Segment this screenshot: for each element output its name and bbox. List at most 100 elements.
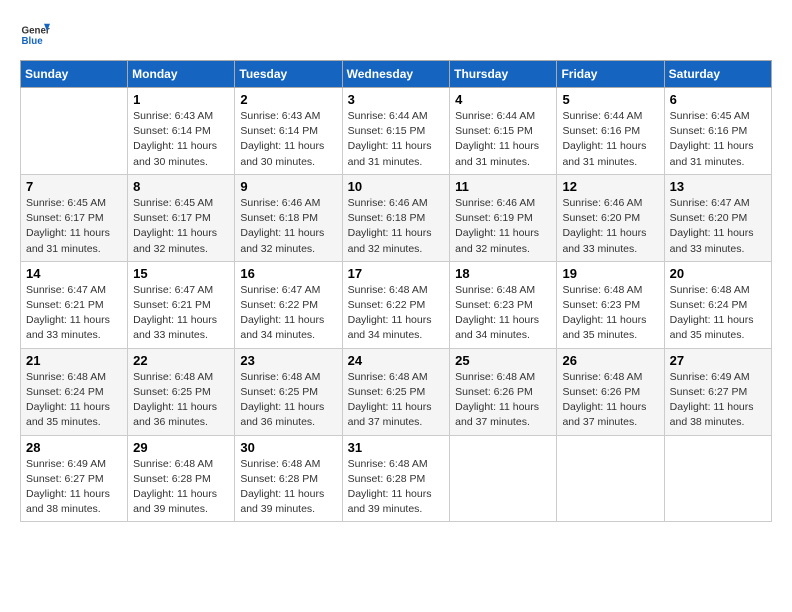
- day-cell: 7 Sunrise: 6:45 AMSunset: 6:17 PMDaylight…: [21, 174, 128, 261]
- day-cell: 27Sunrise: 6:49 AMSunset: 6:27 PMDayligh…: [664, 348, 771, 435]
- day-cell: 12Sunrise: 6:46 AMSunset: 6:20 PMDayligh…: [557, 174, 664, 261]
- week-row-0: 1Sunrise: 6:43 AMSunset: 6:14 PMDaylight…: [21, 88, 772, 175]
- col-header-wednesday: Wednesday: [342, 61, 450, 88]
- day-number: 21: [26, 353, 122, 368]
- day-cell: 22 Sunrise: 6:48 AMSunset: 6:25 PMDayligh…: [128, 348, 235, 435]
- day-cell: 26 Sunrise: 6:48 AMSunset: 6:26 PMDayligh…: [557, 348, 664, 435]
- calendar-body: 1Sunrise: 6:43 AMSunset: 6:14 PMDaylight…: [21, 88, 772, 522]
- day-cell: 9Sunrise: 6:46 AMSunset: 6:18 PMDaylight…: [235, 174, 342, 261]
- day-info: Sunrise: 6:43 AMSunset: 6:14 PMDaylight:…: [133, 109, 229, 170]
- day-info: Sunrise: 6:48 AMSunset: 6:23 PMDaylight:…: [562, 283, 658, 344]
- day-info: Sunrise: 6:46 AMSunset: 6:20 PMDaylight:…: [562, 196, 658, 257]
- svg-text:Blue: Blue: [22, 36, 44, 47]
- day-number: 5: [562, 92, 658, 107]
- day-number: 15: [133, 266, 229, 281]
- logo: General Blue: [20, 20, 52, 50]
- day-number: 6: [670, 92, 766, 107]
- day-number: 18: [455, 266, 551, 281]
- day-number: 4: [455, 92, 551, 107]
- day-info: Sunrise: 6:47 AMSunset: 6:21 PMDaylight:…: [133, 283, 229, 344]
- day-number: 11: [455, 179, 551, 194]
- col-header-sunday: Sunday: [21, 61, 128, 88]
- day-info: Sunrise: 6:48 AMSunset: 6:28 PMDaylight:…: [348, 457, 445, 518]
- day-cell: 13 Sunrise: 6:47 AMSunset: 6:20 PMDayligh…: [664, 174, 771, 261]
- day-cell: 28Sunrise: 6:49 AMSunset: 6:27 PMDayligh…: [21, 435, 128, 522]
- day-info: Sunrise: 6:48 AMSunset: 6:23 PMDaylight:…: [455, 283, 551, 344]
- day-cell: 3 Sunrise: 6:44 AMSunset: 6:15 PMDaylight…: [342, 88, 450, 175]
- calendar-header-row: SundayMondayTuesdayWednesdayThursdayFrid…: [21, 61, 772, 88]
- day-info: Sunrise: 6:48 AMSunset: 6:28 PMDaylight:…: [240, 457, 336, 518]
- day-number: 23: [240, 353, 336, 368]
- day-number: 8: [133, 179, 229, 194]
- day-info: Sunrise: 6:47 AMSunset: 6:22 PMDaylight:…: [240, 283, 336, 344]
- day-info: Sunrise: 6:47 AMSunset: 6:21 PMDaylight:…: [26, 283, 122, 344]
- col-header-monday: Monday: [128, 61, 235, 88]
- col-header-tuesday: Tuesday: [235, 61, 342, 88]
- day-number: 24: [348, 353, 445, 368]
- day-cell: 25Sunrise: 6:48 AMSunset: 6:26 PMDayligh…: [450, 348, 557, 435]
- day-number: 28: [26, 440, 122, 455]
- day-info: Sunrise: 6:48 AMSunset: 6:22 PMDaylight:…: [348, 283, 445, 344]
- day-number: 22: [133, 353, 229, 368]
- day-cell: 8Sunrise: 6:45 AMSunset: 6:17 PMDaylight…: [128, 174, 235, 261]
- day-info: Sunrise: 6:47 AMSunset: 6:20 PMDaylight:…: [670, 196, 766, 257]
- day-cell: 18 Sunrise: 6:48 AMSunset: 6:23 PMDayligh…: [450, 261, 557, 348]
- day-number: 13: [670, 179, 766, 194]
- page-header: General Blue: [20, 20, 772, 50]
- day-info: Sunrise: 6:48 AMSunset: 6:28 PMDaylight:…: [133, 457, 229, 518]
- day-cell: 15 Sunrise: 6:47 AMSunset: 6:21 PMDayligh…: [128, 261, 235, 348]
- day-cell: 1Sunrise: 6:43 AMSunset: 6:14 PMDaylight…: [128, 88, 235, 175]
- day-cell: [664, 435, 771, 522]
- day-number: 7: [26, 179, 122, 194]
- day-number: 14: [26, 266, 122, 281]
- day-number: 30: [240, 440, 336, 455]
- day-cell: [557, 435, 664, 522]
- day-number: 16: [240, 266, 336, 281]
- day-cell: 17 Sunrise: 6:48 AMSunset: 6:22 PMDayligh…: [342, 261, 450, 348]
- day-cell: 6 Sunrise: 6:45 AMSunset: 6:16 PMDaylight…: [664, 88, 771, 175]
- day-info: Sunrise: 6:48 AMSunset: 6:25 PMDaylight:…: [240, 370, 336, 431]
- day-number: 26: [562, 353, 658, 368]
- day-cell: 20 Sunrise: 6:48 AMSunset: 6:24 PMDayligh…: [664, 261, 771, 348]
- day-info: Sunrise: 6:49 AMSunset: 6:27 PMDaylight:…: [670, 370, 766, 431]
- col-header-saturday: Saturday: [664, 61, 771, 88]
- day-info: Sunrise: 6:48 AMSunset: 6:24 PMDaylight:…: [670, 283, 766, 344]
- day-number: 17: [348, 266, 445, 281]
- day-cell: 16 Sunrise: 6:47 AMSunset: 6:22 PMDayligh…: [235, 261, 342, 348]
- day-cell: 5 Sunrise: 6:44 AMSunset: 6:16 PMDaylight…: [557, 88, 664, 175]
- day-info: Sunrise: 6:45 AMSunset: 6:17 PMDaylight:…: [26, 196, 122, 257]
- day-number: 29: [133, 440, 229, 455]
- day-number: 31: [348, 440, 445, 455]
- col-header-friday: Friday: [557, 61, 664, 88]
- day-info: Sunrise: 6:45 AMSunset: 6:16 PMDaylight:…: [670, 109, 766, 170]
- day-number: 20: [670, 266, 766, 281]
- day-cell: [450, 435, 557, 522]
- day-info: Sunrise: 6:48 AMSunset: 6:26 PMDaylight:…: [562, 370, 658, 431]
- day-cell: 4 Sunrise: 6:44 AMSunset: 6:15 PMDaylight…: [450, 88, 557, 175]
- day-info: Sunrise: 6:44 AMSunset: 6:15 PMDaylight:…: [348, 109, 445, 170]
- day-number: 9: [240, 179, 336, 194]
- day-cell: 29 Sunrise: 6:48 AMSunset: 6:28 PMDayligh…: [128, 435, 235, 522]
- day-info: Sunrise: 6:44 AMSunset: 6:15 PMDaylight:…: [455, 109, 551, 170]
- day-cell: 30 Sunrise: 6:48 AMSunset: 6:28 PMDayligh…: [235, 435, 342, 522]
- day-cell: 14 Sunrise: 6:47 AMSunset: 6:21 PMDayligh…: [21, 261, 128, 348]
- week-row-4: 28Sunrise: 6:49 AMSunset: 6:27 PMDayligh…: [21, 435, 772, 522]
- day-number: 3: [348, 92, 445, 107]
- logo-icon: General Blue: [20, 20, 50, 50]
- day-info: Sunrise: 6:48 AMSunset: 6:24 PMDaylight:…: [26, 370, 122, 431]
- day-info: Sunrise: 6:43 AMSunset: 6:14 PMDaylight:…: [240, 109, 336, 170]
- day-info: Sunrise: 6:46 AMSunset: 6:18 PMDaylight:…: [348, 196, 445, 257]
- day-cell: [21, 88, 128, 175]
- day-info: Sunrise: 6:48 AMSunset: 6:25 PMDaylight:…: [348, 370, 445, 431]
- day-cell: 23 Sunrise: 6:48 AMSunset: 6:25 PMDayligh…: [235, 348, 342, 435]
- week-row-1: 7 Sunrise: 6:45 AMSunset: 6:17 PMDaylight…: [21, 174, 772, 261]
- day-info: Sunrise: 6:48 AMSunset: 6:25 PMDaylight:…: [133, 370, 229, 431]
- day-number: 2: [240, 92, 336, 107]
- week-row-3: 21 Sunrise: 6:48 AMSunset: 6:24 PMDayligh…: [21, 348, 772, 435]
- day-info: Sunrise: 6:44 AMSunset: 6:16 PMDaylight:…: [562, 109, 658, 170]
- week-row-2: 14 Sunrise: 6:47 AMSunset: 6:21 PMDayligh…: [21, 261, 772, 348]
- calendar-table: SundayMondayTuesdayWednesdayThursdayFrid…: [20, 60, 772, 522]
- day-info: Sunrise: 6:48 AMSunset: 6:26 PMDaylight:…: [455, 370, 551, 431]
- day-cell: 31 Sunrise: 6:48 AMSunset: 6:28 PMDayligh…: [342, 435, 450, 522]
- day-cell: 24 Sunrise: 6:48 AMSunset: 6:25 PMDayligh…: [342, 348, 450, 435]
